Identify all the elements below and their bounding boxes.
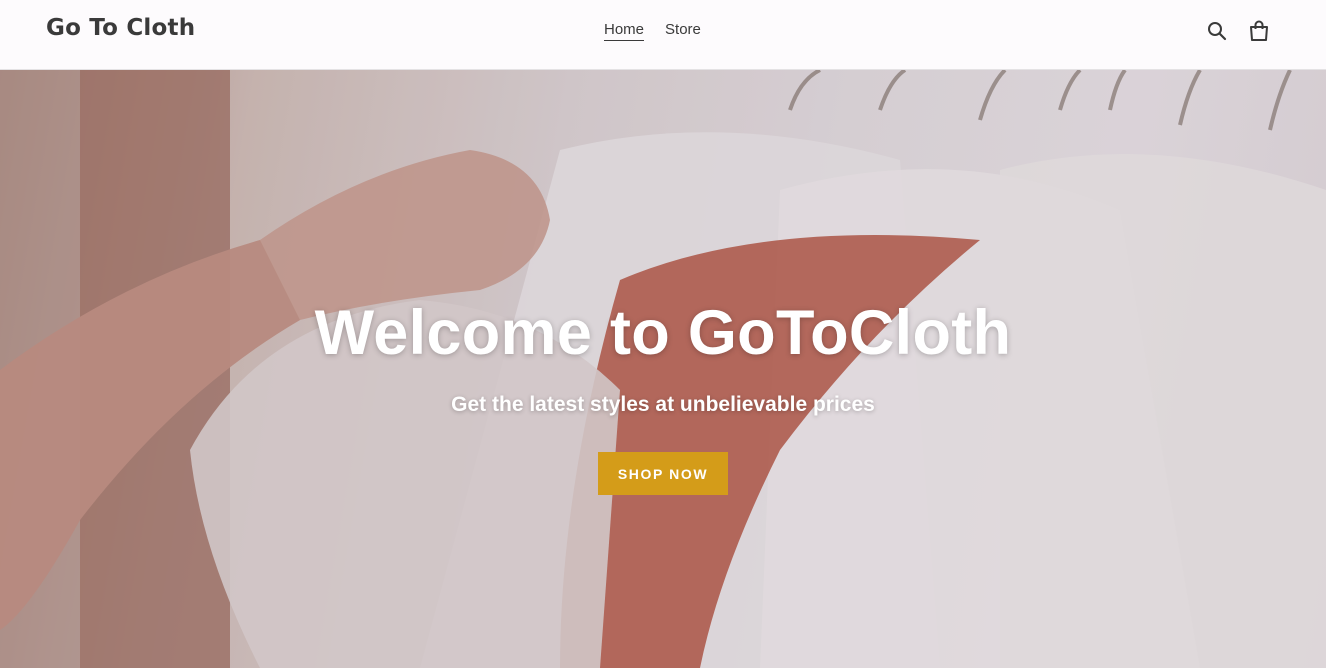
nav-link-home[interactable]: Home (604, 21, 645, 41)
hero-content: Welcome to GoToCloth Get the latest styl… (0, 302, 1326, 495)
nav-link-store[interactable]: Store (665, 21, 701, 41)
main-nav: Home Store (604, 21, 701, 41)
site-header: Go To Cloth Home Store (0, 0, 1326, 70)
cart-icon[interactable] (1248, 20, 1270, 42)
search-icon[interactable] (1206, 20, 1228, 42)
hero-subtitle: Get the latest styles at unbelievable pr… (451, 393, 875, 416)
hero-banner: Welcome to GoToCloth Get the latest styl… (0, 70, 1326, 668)
hero-title: Welcome to GoToCloth (314, 298, 1012, 368)
site-logo[interactable]: Go To Cloth (46, 15, 195, 41)
header-icons (1206, 20, 1270, 42)
shop-now-button[interactable]: SHOP NOW (598, 452, 728, 495)
